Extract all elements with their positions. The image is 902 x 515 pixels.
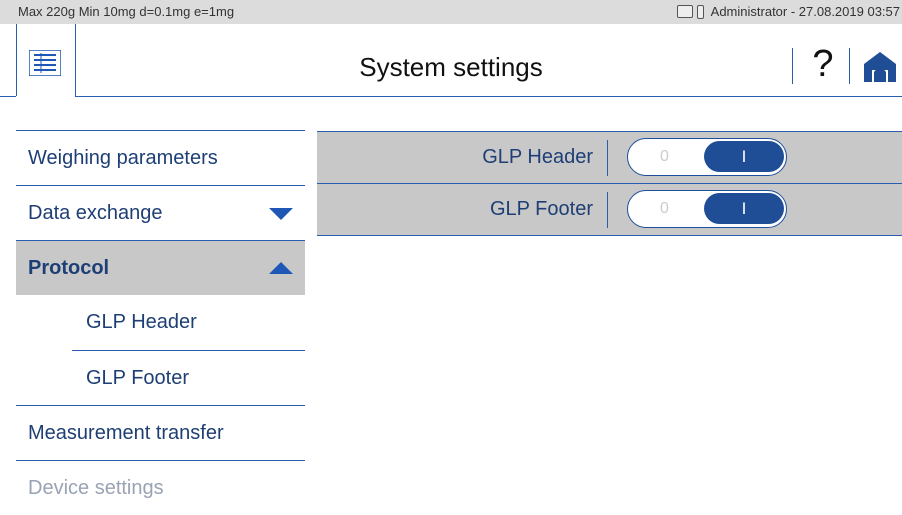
home-button[interactable] xyxy=(862,48,898,84)
setting-label: GLP Footer xyxy=(489,198,593,220)
glp-header-toggle[interactable]: 0 I xyxy=(627,138,787,176)
sidebar-item-label: Protocol xyxy=(28,256,110,279)
sidebar-item-label: Data exchange xyxy=(28,201,163,224)
home-icon xyxy=(864,52,896,82)
usb-icon xyxy=(696,4,704,19)
header: System settings ? xyxy=(0,24,902,120)
toggle-off-label: 0 xyxy=(660,200,669,217)
row-separator xyxy=(607,140,608,176)
status-bar: Max 220g Min 10mg d=0.1mg e=1mg Administ… xyxy=(0,0,902,24)
sidebar-item-protocol[interactable]: Protocol xyxy=(16,240,305,295)
page-title: System settings xyxy=(359,52,543,82)
toggle-knob: I xyxy=(704,141,784,172)
settings-panel: GLP Header 0 I GLP Footer 0 I xyxy=(317,131,902,236)
header-divider-right xyxy=(75,96,902,97)
expand-arrow-icon xyxy=(269,208,293,220)
sidebar-item-device-settings[interactable]: Device settings xyxy=(16,460,305,515)
status-right: Administrator - 27.08.2019 03:57 xyxy=(676,4,900,19)
header-separator xyxy=(792,48,793,84)
toggle-knob: I xyxy=(704,193,784,224)
sidebar-item-label: Measurement transfer xyxy=(28,421,224,444)
keyboard-icon xyxy=(676,5,693,18)
help-button[interactable]: ? xyxy=(809,42,837,86)
sidebar-subitem-glp-header[interactable]: GLP Header xyxy=(72,295,305,350)
sidebar-item-label: Device settings xyxy=(28,476,164,499)
user-time: Administrator - 27.08.2019 03:57 xyxy=(710,4,900,19)
sidebar-item-measurement-transfer[interactable]: Measurement transfer xyxy=(16,405,305,460)
row-separator xyxy=(607,192,608,228)
toggle-off-label: 0 xyxy=(660,148,669,165)
setting-row-glp-header: GLP Header 0 I xyxy=(317,131,902,183)
glp-footer-toggle[interactable]: 0 I xyxy=(627,190,787,228)
sidebar-item-label: GLP Footer xyxy=(86,366,190,389)
setting-row-glp-footer: GLP Footer 0 I xyxy=(317,183,902,236)
setting-label: GLP Header xyxy=(482,146,593,168)
header-separator xyxy=(849,48,850,84)
sidebar-item-label: GLP Header xyxy=(86,311,197,333)
collapse-arrow-icon xyxy=(269,262,293,274)
header-divider-left xyxy=(0,96,16,97)
sidebar-item-weighing-parameters[interactable]: Weighing parameters xyxy=(16,130,305,185)
scale-specs: Max 220g Min 10mg d=0.1mg e=1mg xyxy=(18,4,235,19)
sidebar-subitem-glp-footer[interactable]: GLP Footer xyxy=(72,350,305,405)
sidebar-item-data-exchange[interactable]: Data exchange xyxy=(16,185,305,240)
sidebar: Weighing parameters Data exchange Protoc… xyxy=(16,130,305,515)
sidebar-item-label: Weighing parameters xyxy=(28,146,218,169)
